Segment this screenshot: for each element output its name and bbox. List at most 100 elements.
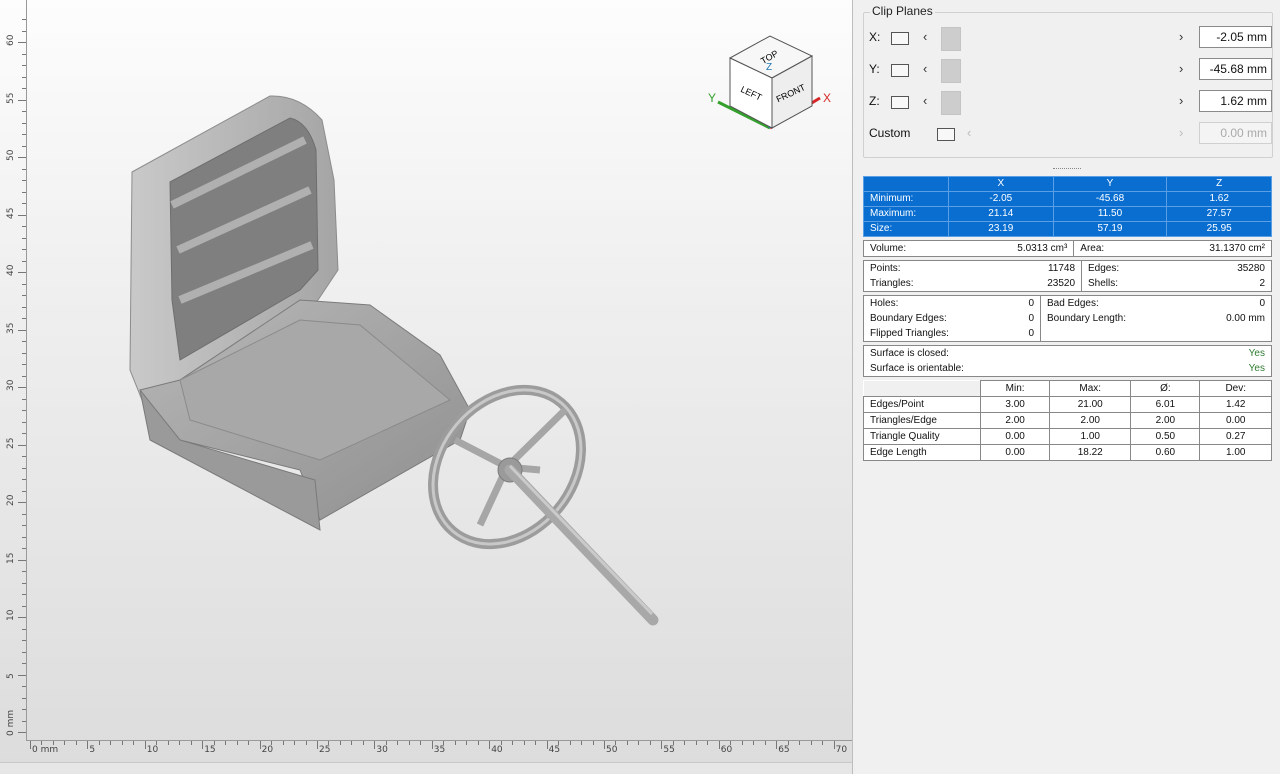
- slider-thumb[interactable]: [941, 59, 961, 83]
- ruler-tick: [22, 249, 26, 250]
- bounds-header-x: X: [948, 176, 1054, 192]
- quality-cell: 1.00: [1199, 444, 1272, 461]
- ruler-label: 5: [6, 672, 16, 679]
- ruler-tick: [431, 741, 433, 749]
- quality-cell: 2.00: [979, 412, 1051, 429]
- ruler-label: 25: [6, 437, 16, 449]
- ruler-tick: [22, 226, 26, 227]
- ruler-tick: [18, 444, 26, 446]
- clip-z-decrease-button[interactable]: ‹: [923, 93, 927, 108]
- bounds-cell: -2.05: [948, 191, 1054, 207]
- clip-custom-value-field[interactable]: 0.00 mm: [1199, 122, 1272, 144]
- clip-x-value-field[interactable]: -2.05 mm: [1199, 26, 1272, 48]
- clip-z-checkbox[interactable]: [891, 96, 909, 109]
- ruler-tick: [592, 741, 594, 745]
- clip-custom-increase-button[interactable]: ›: [1179, 125, 1183, 140]
- ruler-label: 10: [6, 609, 16, 621]
- ruler-tick: [22, 640, 26, 641]
- status-bar: [0, 762, 852, 774]
- ruler-label: 20: [6, 494, 16, 506]
- points-value: 11748: [1047, 263, 1076, 274]
- ruler-tick: [22, 76, 26, 78]
- ruler-tick: [512, 741, 514, 745]
- ruler-tick: [351, 741, 353, 745]
- ruler-label: 15: [6, 552, 16, 564]
- clip-y-checkbox[interactable]: [891, 64, 909, 77]
- ruler-label: 40: [491, 745, 503, 755]
- triangles-value: 23520: [1047, 278, 1076, 289]
- clip-z-value-field[interactable]: 1.62 mm: [1199, 90, 1272, 112]
- ruler-tick: [22, 168, 26, 170]
- ruler-tick: [22, 663, 26, 664]
- clip-x-checkbox[interactable]: [891, 32, 909, 45]
- ruler-tick: [22, 375, 26, 377]
- clip-axis-label: X:: [869, 30, 881, 44]
- ruler-tick: [799, 741, 801, 745]
- quality-row-label: Edges/Point: [863, 396, 981, 413]
- ruler-tick: [190, 741, 192, 745]
- ruler-tick: [259, 741, 261, 749]
- ruler-label: 45: [6, 207, 16, 219]
- slider-thumb[interactable]: [941, 27, 961, 51]
- shells-value: 2: [1259, 278, 1265, 289]
- ruler-tick: [581, 741, 583, 745]
- panel-splitter[interactable]: [1053, 168, 1081, 171]
- ruler-tick: [626, 741, 628, 745]
- volume-label: Volume:: [870, 243, 907, 254]
- slider-thumb[interactable]: [941, 91, 961, 115]
- vertical-ruler: 0 mm 5 10 15 20 25 30 35 40 45 50 55 60: [4, 0, 27, 740]
- clip-custom-checkbox[interactable]: [937, 128, 955, 141]
- clip-planes-title: Clip Planes: [870, 4, 935, 18]
- ruler-tick: [753, 741, 755, 745]
- ruler-label: 65: [778, 745, 790, 755]
- ruler-tick: [22, 536, 26, 538]
- triangles-label: Triangles:: [870, 278, 914, 289]
- ruler-label: 55: [6, 92, 16, 104]
- ruler-tick: [477, 741, 479, 745]
- ruler-tick: [87, 741, 89, 749]
- clip-y-increase-button[interactable]: ›: [1179, 61, 1183, 76]
- clip-z-increase-button[interactable]: ›: [1179, 93, 1183, 108]
- clip-row-z: Z: ‹ › 1.62 mm: [867, 90, 1272, 115]
- bounds-row-label: Size:: [863, 221, 949, 237]
- bounds-cell: 1.62: [1166, 191, 1272, 207]
- ruler-tick: [22, 111, 26, 112]
- bounds-cell: 25.95: [1166, 221, 1272, 237]
- ruler-tick: [22, 410, 26, 411]
- clip-y-decrease-button[interactable]: ‹: [923, 61, 927, 76]
- ruler-tick: [397, 741, 399, 745]
- surface-closed-label: Surface is closed:: [870, 348, 949, 359]
- clip-x-decrease-button[interactable]: ‹: [923, 29, 927, 44]
- ruler-tick: [22, 341, 26, 342]
- clip-x-increase-button[interactable]: ›: [1179, 29, 1183, 44]
- edges-label: Edges:: [1081, 260, 1181, 276]
- quality-row-label: Edge Length: [863, 444, 981, 461]
- clip-x-slider[interactable]: [941, 27, 1179, 51]
- ruler-label: 45: [548, 745, 561, 755]
- ruler-tick: [22, 628, 26, 630]
- clip-z-slider[interactable]: [941, 91, 1179, 115]
- clip-custom-decrease-button[interactable]: ‹: [967, 125, 971, 140]
- ruler-tick: [248, 741, 250, 745]
- ruler-tick: [22, 605, 26, 607]
- ruler-tick: [22, 479, 26, 480]
- clip-y-value-field[interactable]: -45.68 mm: [1199, 58, 1272, 80]
- ruler-tick: [22, 30, 26, 32]
- ruler-tick: [22, 191, 26, 193]
- quality-cell: 0.60: [1130, 444, 1201, 461]
- navigation-cube[interactable]: TOP LEFT FRONT Y X Z: [700, 28, 840, 138]
- ruler-tick: [466, 741, 468, 745]
- bounds-header-z: Z: [1166, 176, 1272, 192]
- axis-y-label: Y: [708, 91, 716, 105]
- ruler-tick: [18, 617, 26, 618]
- ruler-tick: [22, 594, 26, 595]
- bounds-row-label: Minimum:: [863, 191, 949, 207]
- ruler-tick: [22, 421, 26, 423]
- boundary-edges-label: Boundary Edges:: [870, 313, 947, 324]
- 3d-viewport[interactable]: TOP LEFT FRONT Y X Z 0 mm 5 10 15 20 25 30 35 40…: [0, 0, 852, 774]
- clip-y-slider[interactable]: [941, 59, 1179, 83]
- ruler-label: 60: [6, 34, 16, 46]
- ruler-label: 5: [89, 745, 96, 755]
- ruler-tick: [684, 741, 686, 745]
- ruler-tick: [604, 741, 605, 749]
